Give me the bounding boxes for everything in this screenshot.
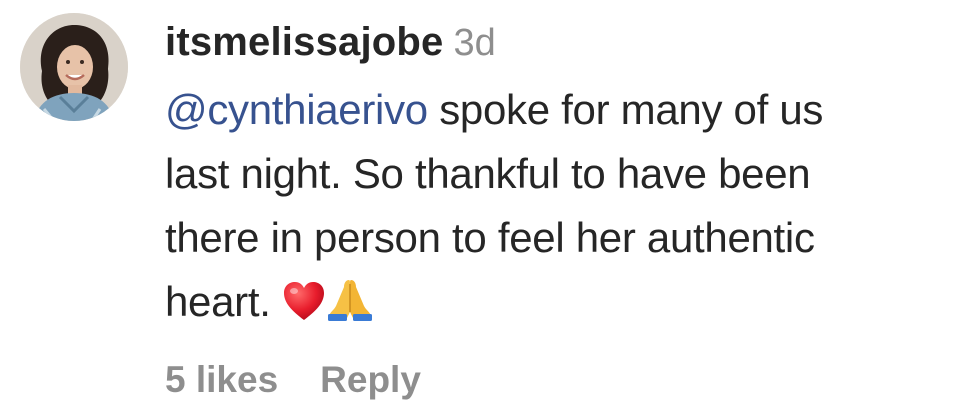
comment-text: @cynthiaerivo spoke for many of us last … [165,78,977,340]
avatar[interactable] [20,13,128,121]
comment-actions: 5 likes Reply [165,352,421,408]
likes-count[interactable]: 5 likes [165,359,278,400]
timestamp[interactable]: 3d [453,22,495,64]
folded-hands-icon [326,276,374,340]
comment-text-line-4: heart. [165,278,282,325]
comment: itsmelissajobe 3d @cynthiaerivo spoke for… [0,0,980,416]
comment-header: itsmelissajobe 3d [165,14,496,79]
comment-text-line-3: there in person to feel her authentic [165,214,815,261]
avatar-photo [20,13,128,121]
comment-text-line-1: spoke for many of us [427,86,824,133]
comment-text-line-2: last night. So thankful to have been [165,150,811,197]
reply-button[interactable]: Reply [320,359,421,400]
mention-link[interactable]: @cynthiaerivo [165,86,428,133]
red-heart-icon [282,276,326,340]
username[interactable]: itsmelissajobe [165,20,443,64]
